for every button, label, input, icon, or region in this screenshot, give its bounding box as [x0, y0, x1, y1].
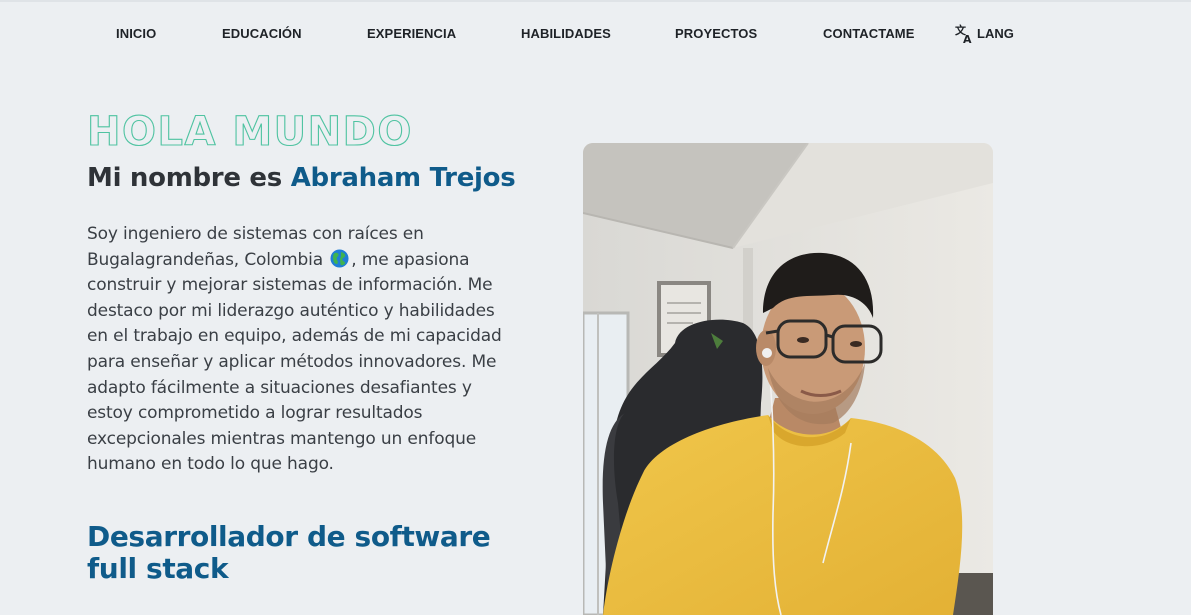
nav-item-proyectos[interactable]: PROYECTOS	[675, 26, 757, 41]
nav-item-contactame[interactable]: CONTACTAME	[823, 26, 915, 41]
svg-text:A: A	[963, 33, 972, 44]
nav-item-habilidades[interactable]: HABILIDADES	[521, 26, 611, 41]
bio-paragraph: Soy ingeniero de sistemas con raíces en …	[87, 222, 512, 478]
profile-photo	[583, 143, 993, 615]
nav-item-educacion[interactable]: EDUCACIÓN	[222, 26, 302, 41]
nav-item-inicio[interactable]: INICIO	[116, 26, 156, 41]
top-navigation: INICIO EDUCACIÓN EXPERIENCIA HABILIDADES…	[0, 0, 1191, 68]
lang-label: LANG	[977, 25, 1014, 41]
translate-icon: 文 A	[955, 24, 974, 44]
nav-item-experiencia[interactable]: EXPERIENCIA	[367, 26, 456, 41]
person-name: Abraham Trejos	[290, 163, 516, 193]
language-selector[interactable]: 文 A LANG	[955, 24, 1014, 44]
role-title: Desarrollador de software full stack	[87, 520, 491, 585]
intro-prefix: Mi nombre es	[87, 163, 282, 193]
intro-heading: Mi nombre es Abraham Trejos	[87, 163, 516, 193]
hero-greeting: HOLA MUNDO HOLA MUNDO	[86, 104, 446, 154]
bio-text-part2: , me apasiona construir y mejorar sistem…	[87, 249, 502, 475]
globe-icon	[330, 249, 349, 268]
